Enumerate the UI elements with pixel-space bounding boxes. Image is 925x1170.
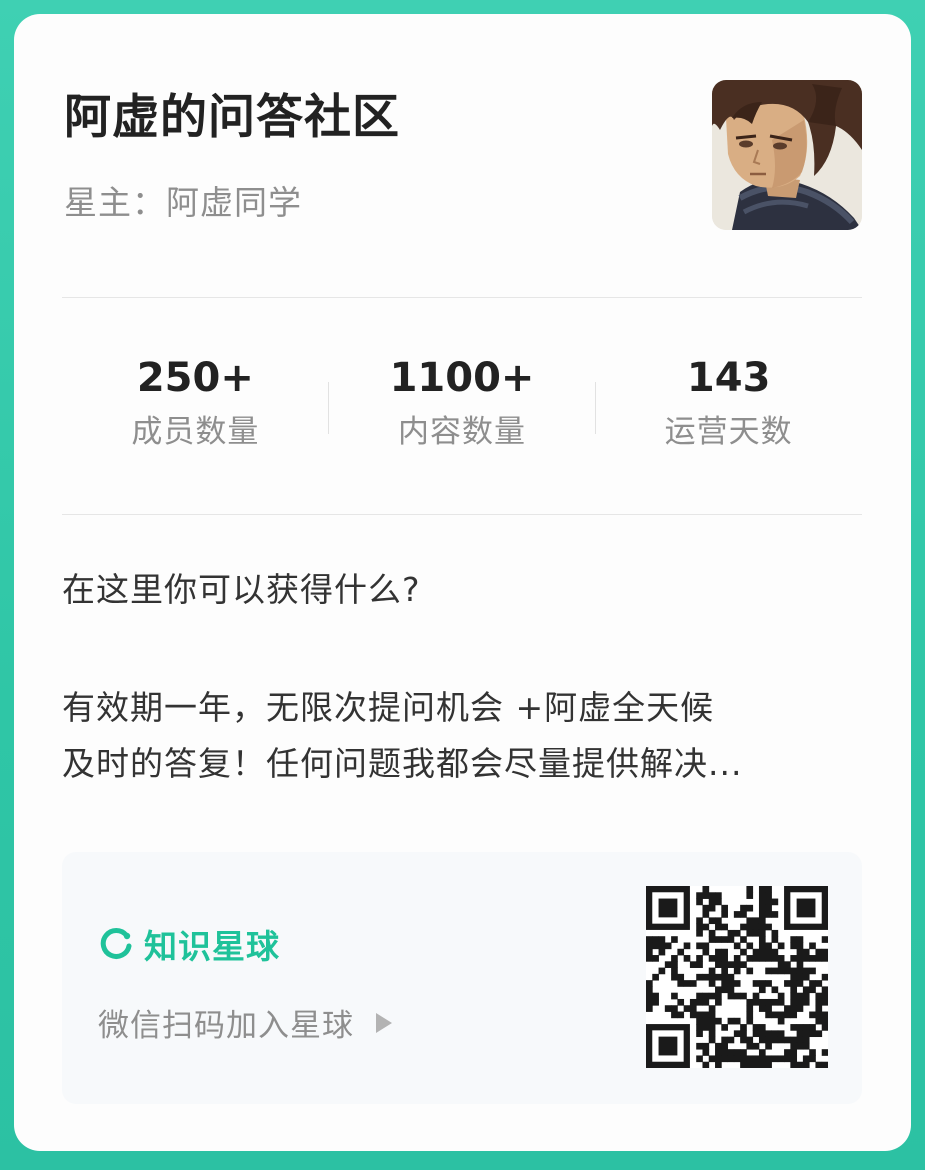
description-body: 有效期一年，无限次提问机会 +阿虚全天候 及时的答复！任何问题我都会尽量提供解决… [62, 680, 862, 792]
owner-name: 星主：阿虚同学 [64, 183, 302, 222]
brand-name: 知识星球 [144, 927, 280, 966]
stats-row: 250+ 成员数量 1100+ 内容数量 143 运营天数 [62, 354, 862, 474]
stat-members-label: 成员数量 [131, 414, 260, 450]
stat-days-label: 运营天数 [664, 414, 793, 450]
join-panel[interactable]: 知识星球 微信扫码加入星球 [62, 852, 862, 1104]
description-line: 有效期一年，无限次提问机会 +阿虚全天候 [62, 688, 715, 727]
description-line: 及时的答复！任何问题我都会尽量提供解决... [62, 744, 743, 783]
join-action-label: 微信扫码加入星球 [98, 1008, 354, 1044]
stat-content-value: 1100+ [389, 355, 535, 401]
brand: 知识星球 [98, 924, 280, 966]
avatar-image [712, 80, 862, 230]
stat-days-value: 143 [686, 355, 771, 401]
join-action[interactable]: 微信扫码加入星球 [98, 1000, 392, 1045]
divider-top [62, 297, 862, 298]
qr-code-image [646, 886, 829, 1069]
community-title: 阿虚的问答社区 [64, 90, 400, 145]
stat-content: 1100+ 内容数量 [329, 354, 596, 474]
stat-days: 143 运营天数 [595, 354, 862, 474]
stat-members: 250+ 成员数量 [62, 354, 329, 474]
planet-card: 阿虚的问答社区 星主：阿虚同学 250+ 成员数量 1100+ 内容数量 143… [14, 14, 911, 1151]
zsxq-logo-icon [100, 928, 132, 959]
description-question: 在这里你可以获得什么? [62, 570, 421, 609]
qr-code [646, 886, 829, 1069]
avatar [712, 80, 862, 230]
divider-bottom [62, 514, 862, 515]
stat-members-value: 250+ [136, 355, 254, 401]
stat-content-label: 内容数量 [398, 414, 526, 450]
play-arrow-icon [376, 1012, 392, 1033]
